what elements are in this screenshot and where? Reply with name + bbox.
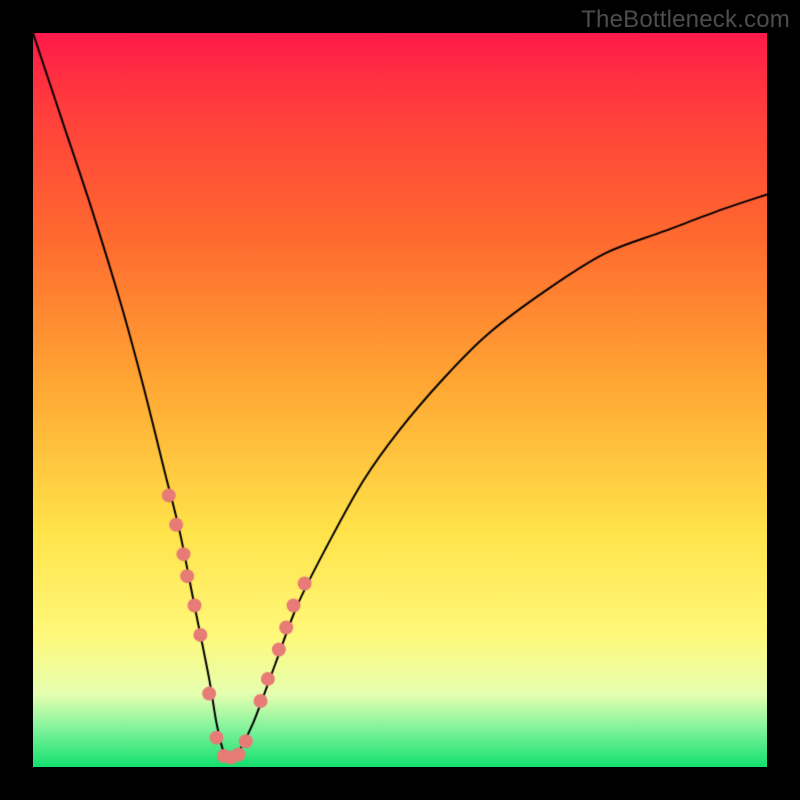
chart-canvas xyxy=(33,33,767,767)
plot-area xyxy=(33,33,767,767)
chart-stage: TheBottleneck.com xyxy=(0,0,800,800)
watermark-text: TheBottleneck.com xyxy=(581,6,790,34)
